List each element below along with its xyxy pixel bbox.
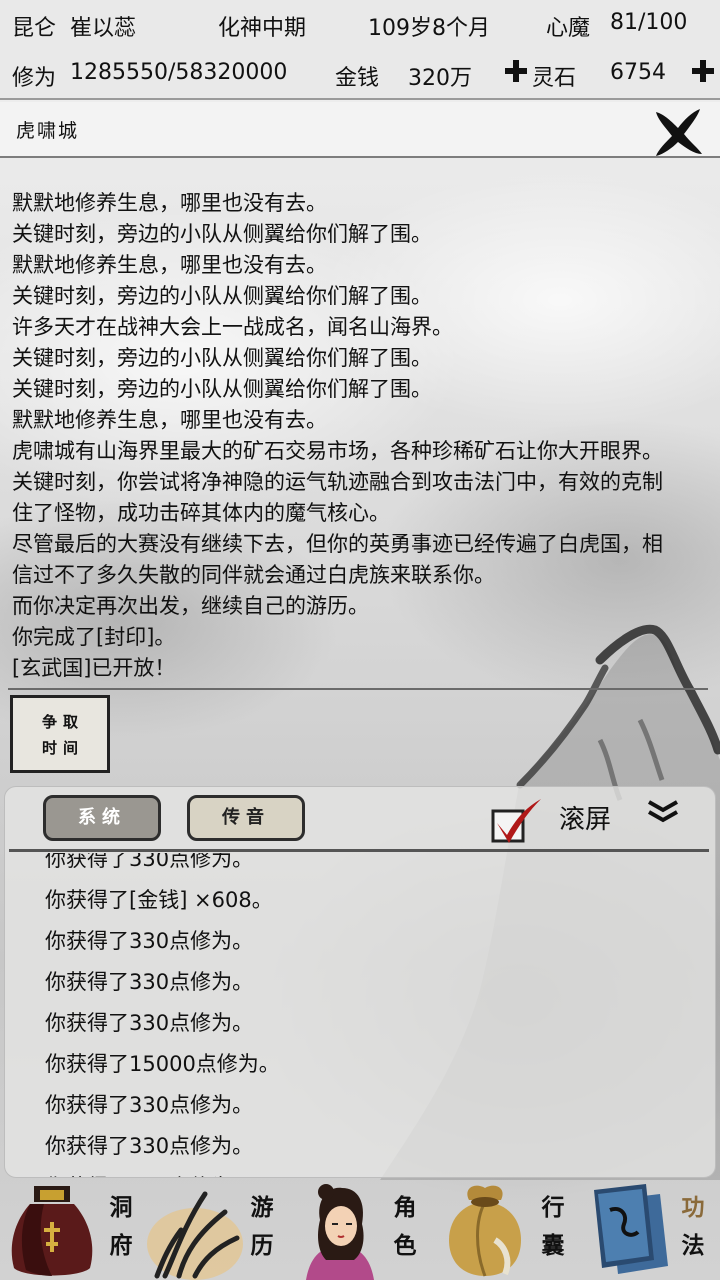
message-panel: 系统 传音 滚屏 你获得了330点修为。 你获得了[金钱] ×608。 你获得了… <box>4 786 716 1178</box>
character-portrait-icon <box>306 1184 374 1280</box>
story-divider <box>8 688 708 690</box>
nav-skills[interactable]: 功 法 <box>580 1180 720 1280</box>
chevron-double-down-icon[interactable] <box>645 799 681 825</box>
story-line: 关键时刻，旁边的小队从侧翼给你们解了围。 <box>12 222 432 246</box>
message-line: 你获得了330点修为。 <box>45 970 254 994</box>
cloth-bag-icon <box>449 1185 521 1277</box>
character-name: 崔以蕊 <box>70 16 137 41</box>
story-line: 关键时刻，旁边的小队从侧翼给你们解了围。 <box>12 284 432 308</box>
story-line: 你完成了[封印]。 <box>12 625 176 649</box>
character-age: 109岁8个月 <box>368 16 490 41</box>
message-line: 你获得了15000点修为。 <box>45 1052 280 1076</box>
nav-travel-label-1: 游 <box>250 1194 274 1221</box>
story-line: 关键时刻，旁边的小队从侧翼给你们解了围。 <box>12 346 432 370</box>
nav-cave-dwelling[interactable]: 洞 府 <box>0 1180 145 1280</box>
story-line: 虎啸城有山海界里最大的矿石交易市场，各种珍稀矿石让你大开眼界。 <box>12 439 663 463</box>
location-title: 虎啸城 <box>16 120 80 142</box>
hurry-button-label-2: 时间 <box>41 739 84 757</box>
treasure-pouch-icon <box>11 1186 93 1276</box>
nav-character[interactable]: 角 色 <box>290 1180 435 1280</box>
story-line: 关键时刻，旁边的小队从侧翼给你们解了围。 <box>12 377 432 401</box>
heart-demon-label: 心魔 <box>546 16 591 41</box>
tab-whisper[interactable]: 传音 <box>187 795 305 841</box>
auto-scroll-checkbox[interactable] <box>489 797 543 845</box>
message-divider <box>9 849 709 852</box>
story-line: 默默地修养生息，哪里也没有去。 <box>12 253 327 277</box>
nav-skills-label-2: 法 <box>681 1232 705 1259</box>
message-line: 你获得了330点修为。 <box>45 1093 254 1117</box>
hurry-button-label-1: 争取 <box>41 713 84 731</box>
nav-travel[interactable]: 游 历 <box>145 1180 290 1280</box>
message-line: 你获得了330点修为。 <box>45 1167 280 1177</box>
message-line: 你获得了330点修为。 <box>45 853 254 871</box>
story-line: 默默地修养生息，哪里也没有去。 <box>12 408 327 432</box>
close-icon[interactable] <box>650 106 706 158</box>
bottom-navigation: 洞 府 游 历 角 色 行 囊 功 法 <box>0 1180 720 1280</box>
story-line: [玄武国]已开放！ <box>12 656 176 680</box>
nav-bag-label-1: 行 <box>541 1194 565 1221</box>
add-money-icon[interactable] <box>503 58 529 84</box>
story-line: 尽管最后的大赛没有继续下去，但你的英勇事迹已经传遍了白虎国，相信过不了多久失散的… <box>12 532 663 587</box>
location-bar: 虎啸城 <box>0 102 720 158</box>
story-line: 默默地修养生息，哪里也没有去。 <box>12 191 327 215</box>
story-line: 许多天才在战神大会上一战成名，闻名山海界。 <box>12 315 453 339</box>
status-header: 昆仑 崔以蕊 化神中期 109岁8个月 心魔 81/100 修为 1285550… <box>0 0 720 100</box>
scripture-books-icon <box>594 1184 668 1274</box>
nav-cave-label-1: 洞 <box>109 1194 133 1221</box>
story-log[interactable]: 默默地修养生息，哪里也没有去。 关键时刻，旁边的小队从侧翼给你们解了围。 默默地… <box>0 158 706 688</box>
money-value: 320万 <box>408 66 472 91</box>
tab-system[interactable]: 系统 <box>43 795 161 841</box>
spirit-stone-label: 灵石 <box>532 66 577 91</box>
nav-bag[interactable]: 行 囊 <box>435 1180 580 1280</box>
story-line: 关键时刻，你尝试将净神隐的运气轨迹融合到攻击法门中，有效的克制住了怪物，成功击碎… <box>12 470 663 525</box>
message-line: 你获得了330点修为。 <box>45 1011 254 1035</box>
spirit-stone-value: 6754 <box>610 60 666 85</box>
region-name: 昆仑 <box>12 16 57 41</box>
nav-character-label-1: 角 <box>393 1194 417 1221</box>
nav-travel-label-2: 历 <box>250 1232 274 1259</box>
story-line: 而你决定再次出发，继续自己的游历。 <box>12 594 369 618</box>
message-log[interactable]: 你获得了330点修为。 你获得了[金钱] ×608。 你获得了330点修为。 你… <box>5 853 717 1177</box>
nav-cave-label-2: 府 <box>109 1232 133 1259</box>
cultivation-value: 1285550/58320000 <box>70 60 288 85</box>
cultivation-realm: 化神中期 <box>218 16 307 41</box>
auto-scroll-label: 滚屏 <box>559 805 612 835</box>
nav-character-label-2: 色 <box>393 1232 417 1259</box>
nav-skills-label-1: 功 <box>681 1194 705 1221</box>
heart-demon-value: 81/100 <box>610 10 688 35</box>
add-spirit-stone-icon[interactable] <box>690 58 716 84</box>
message-line: 你获得了330点修为。 <box>45 1134 254 1158</box>
cultivation-label: 修为 <box>12 66 57 91</box>
message-line: 你获得了[金钱] ×608。 <box>45 888 273 912</box>
money-label: 金钱 <box>335 66 380 91</box>
hurry-time-button[interactable]: 争取 时间 <box>10 695 110 773</box>
nav-bag-label-2: 囊 <box>541 1232 565 1259</box>
message-line: 你获得了330点修为。 <box>45 929 254 953</box>
reed-grass-icon <box>147 1191 243 1280</box>
